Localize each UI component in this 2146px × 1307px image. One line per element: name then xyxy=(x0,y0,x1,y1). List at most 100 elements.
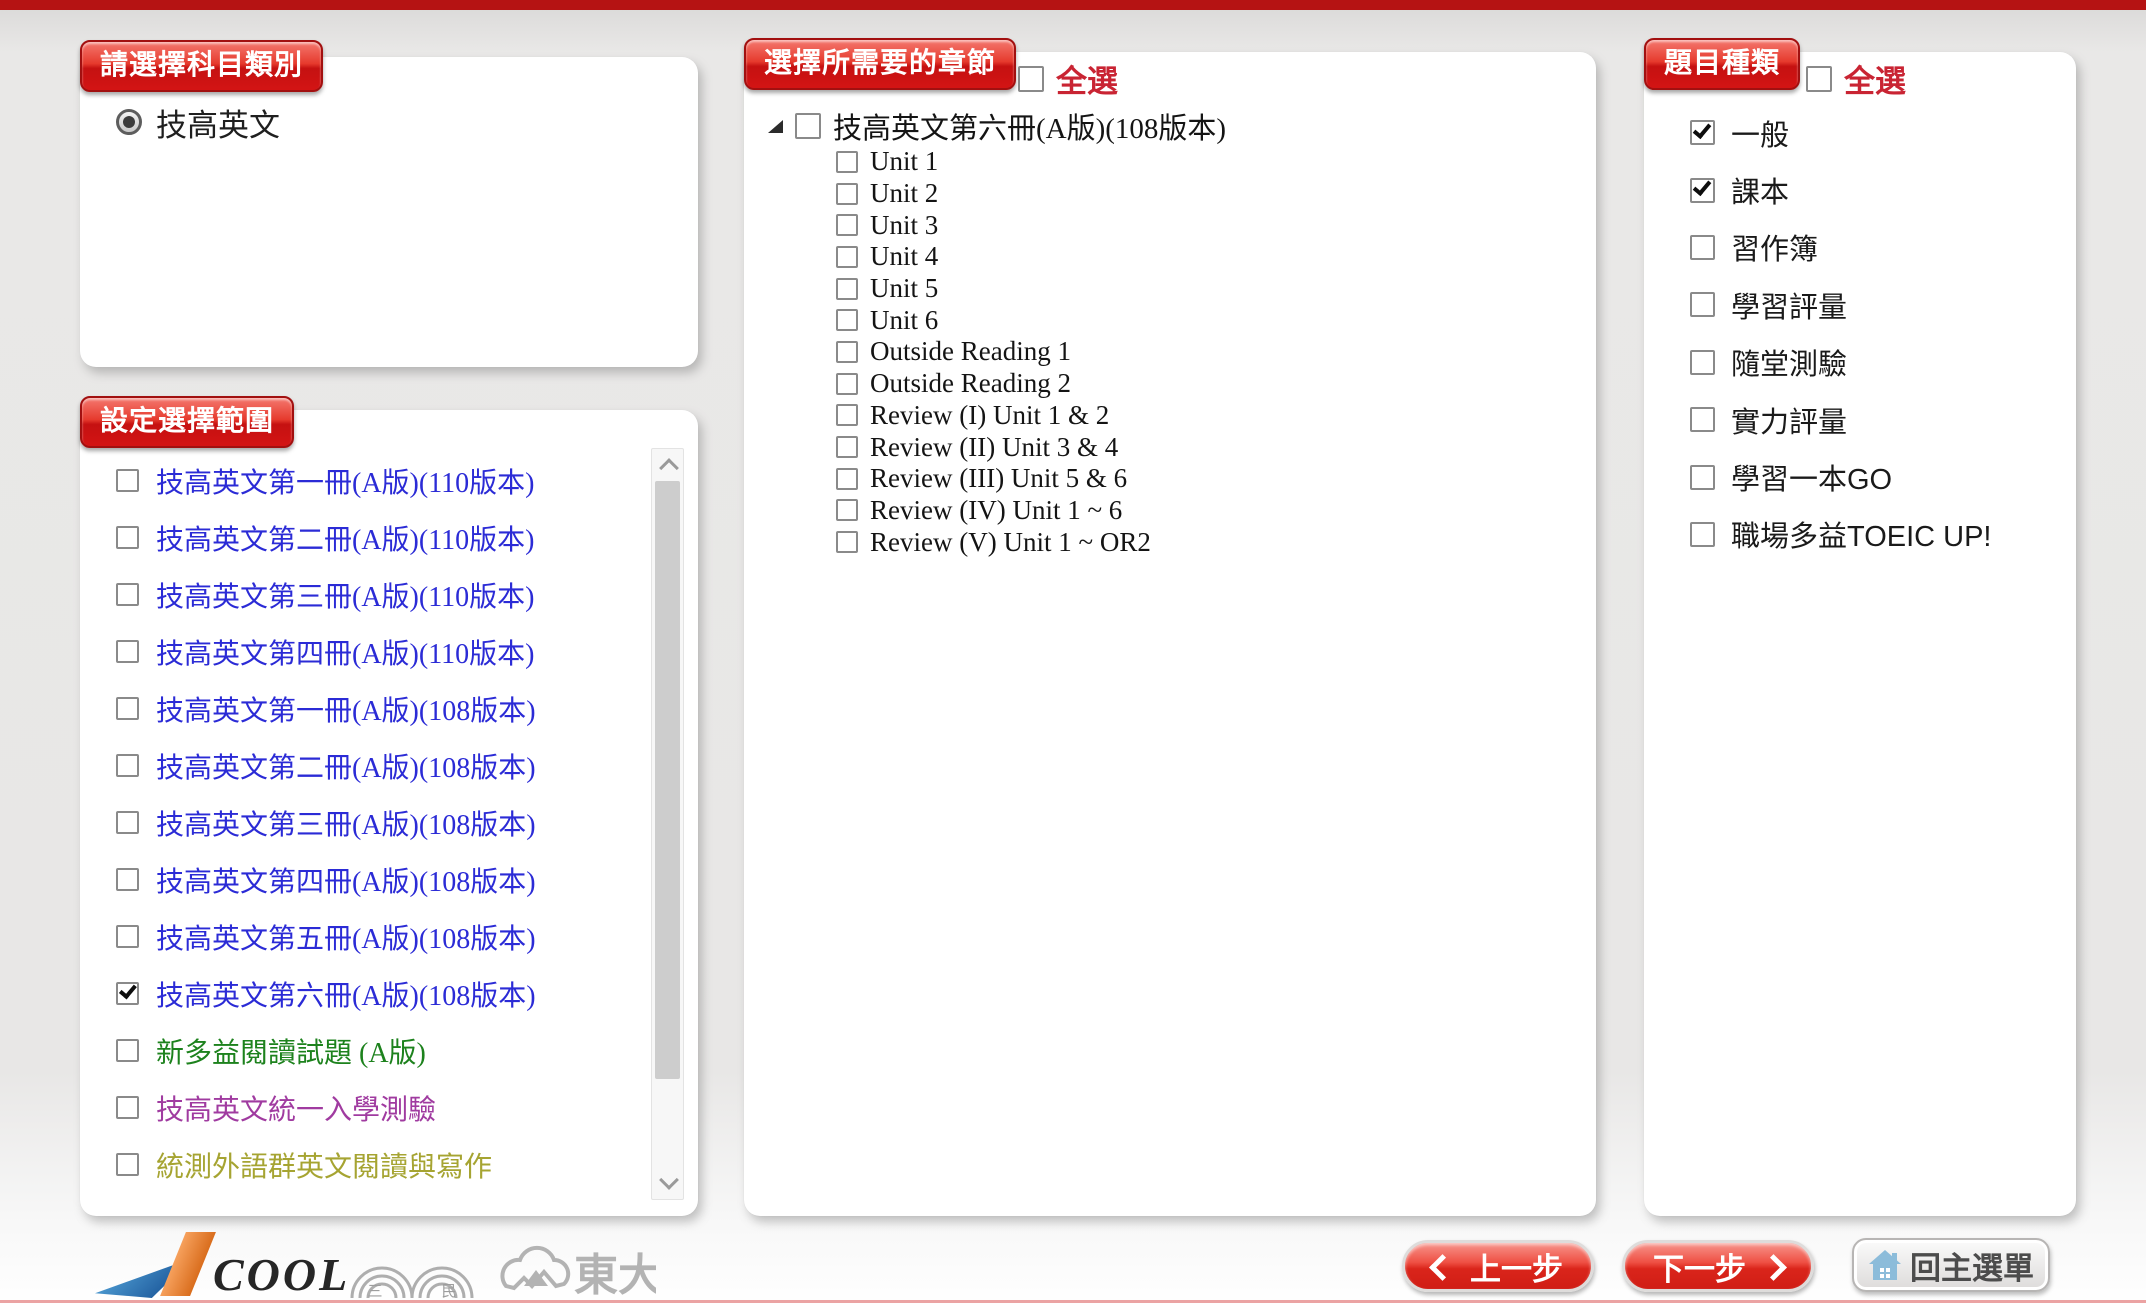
chapter-checkbox[interactable] xyxy=(836,404,858,426)
scrollbar-thumb[interactable] xyxy=(655,481,680,1079)
range-item-checkbox[interactable] xyxy=(116,868,139,891)
chapter-checkbox[interactable] xyxy=(836,246,858,268)
chapters-select-all[interactable]: 全選 xyxy=(1018,56,1118,101)
chapter-label[interactable]: Unit 1 xyxy=(870,146,938,177)
question-type-item[interactable]: 一般 xyxy=(1690,104,1992,161)
chapter-checkbox[interactable] xyxy=(836,373,858,395)
question-type-checkbox[interactable] xyxy=(1690,292,1715,317)
question-type-item[interactable]: 學習一本GO xyxy=(1690,448,1992,505)
chapter-label[interactable]: Outside Reading 2 xyxy=(870,368,1071,399)
scroll-up-icon[interactable] xyxy=(659,458,679,478)
question-type-label[interactable]: 學習一本GO xyxy=(1731,456,1892,498)
chapter-tree-item[interactable]: Outside Reading 1 xyxy=(836,336,1151,368)
range-item-checkbox[interactable] xyxy=(116,754,139,777)
question-type-item[interactable]: 隨堂測驗 xyxy=(1690,334,1992,391)
question-type-checkbox[interactable] xyxy=(1690,522,1715,547)
chapter-tree-item[interactable]: Review (IV) Unit 1 ~ 6 xyxy=(836,495,1151,527)
chapter-checkbox[interactable] xyxy=(836,278,858,300)
chapter-tree-item[interactable]: Review (II) Unit 3 & 4 xyxy=(836,431,1151,463)
scroll-down-icon[interactable] xyxy=(659,1170,679,1190)
question-type-checkbox[interactable] xyxy=(1690,120,1715,145)
chapter-label[interactable]: Unit 3 xyxy=(870,210,938,241)
next-step-button[interactable]: 下一步 xyxy=(1622,1240,1814,1292)
types-select-all[interactable]: 全選 xyxy=(1806,56,1906,101)
range-item-label[interactable]: 技高英文第四冊(A版)(110版本) xyxy=(156,632,534,672)
range-item[interactable]: 技高英文第四冊(A版)(108版本) xyxy=(116,851,646,908)
tree-root-label[interactable]: 技高英文第六冊(A版)(108版本) xyxy=(833,105,1226,147)
question-type-label[interactable]: 一般 xyxy=(1731,112,1789,154)
subject-option-label[interactable]: 技高英文 xyxy=(156,100,280,145)
range-item-label[interactable]: 技高英文第二冊(A版)(108版本) xyxy=(156,746,536,786)
subject-radio[interactable] xyxy=(116,109,142,135)
range-item-label[interactable]: 技高英文第三冊(A版)(108版本) xyxy=(156,803,536,843)
chapter-tree-item[interactable]: Unit 5 xyxy=(836,273,1151,305)
question-type-label[interactable]: 隨堂測驗 xyxy=(1731,341,1847,383)
question-type-label[interactable]: 實力評量 xyxy=(1731,399,1847,441)
question-type-label[interactable]: 學習評量 xyxy=(1731,284,1847,326)
range-item[interactable]: 技高英文第一冊(A版)(110版本) xyxy=(116,452,646,509)
range-item-checkbox[interactable] xyxy=(116,1039,139,1062)
chapter-label[interactable]: Unit 4 xyxy=(870,241,938,272)
chapter-checkbox[interactable] xyxy=(836,531,858,553)
chapter-checkbox[interactable] xyxy=(836,341,858,363)
chapter-checkbox[interactable] xyxy=(836,468,858,490)
chapter-label[interactable]: Review (V) Unit 1 ~ OR2 xyxy=(870,527,1151,558)
question-type-checkbox[interactable] xyxy=(1690,235,1715,260)
chapter-tree-item[interactable]: Outside Reading 2 xyxy=(836,368,1151,400)
range-item-label[interactable]: 統測外語群英文閱讀與寫作 xyxy=(156,1145,492,1185)
chapter-checkbox[interactable] xyxy=(836,151,858,173)
chapter-checkbox[interactable] xyxy=(836,183,858,205)
chapter-tree-item[interactable]: Unit 2 xyxy=(836,178,1151,210)
range-item-checkbox[interactable] xyxy=(116,982,139,1005)
question-type-checkbox[interactable] xyxy=(1690,350,1715,375)
range-item[interactable]: 技高英文第二冊(A版)(110版本) xyxy=(116,509,646,566)
types-select-all-checkbox[interactable] xyxy=(1806,66,1832,92)
question-type-checkbox[interactable] xyxy=(1690,178,1715,203)
range-item-label[interactable]: 新多益閱讀試題 (A版) xyxy=(156,1031,426,1071)
range-list-scrollbar[interactable] xyxy=(651,448,684,1200)
range-item-checkbox[interactable] xyxy=(116,469,139,492)
chapter-checkbox[interactable] xyxy=(836,499,858,521)
question-type-item[interactable]: 課本 xyxy=(1690,161,1992,218)
question-type-label[interactable]: 課本 xyxy=(1731,169,1789,211)
range-item-checkbox[interactable] xyxy=(116,811,139,834)
chapters-select-all-label[interactable]: 全選 xyxy=(1056,56,1118,101)
chapter-tree-item[interactable]: Unit 4 xyxy=(836,241,1151,273)
range-item-checkbox[interactable] xyxy=(116,583,139,606)
range-item-checkbox[interactable] xyxy=(116,1096,139,1119)
range-item-label[interactable]: 技高英文第四冊(A版)(108版本) xyxy=(156,860,536,900)
range-item[interactable]: 技高英文第五冊(A版)(108版本) xyxy=(116,908,646,965)
chapter-label[interactable]: Unit 5 xyxy=(870,273,938,304)
range-item-label[interactable]: 技高英文第三冊(A版)(110版本) xyxy=(156,575,534,615)
chapter-tree-item[interactable]: Review (V) Unit 1 ~ OR2 xyxy=(836,526,1151,558)
range-item[interactable]: 技高英文第一冊(A版)(108版本) xyxy=(116,680,646,737)
chapter-tree-item[interactable]: Unit 3 xyxy=(836,209,1151,241)
range-item-checkbox[interactable] xyxy=(116,1153,139,1176)
range-item-label[interactable]: 技高英文第五冊(A版)(108版本) xyxy=(156,917,536,957)
chapter-tree-item[interactable]: Review (I) Unit 1 & 2 xyxy=(836,400,1151,432)
range-item[interactable]: 技高英文第六冊(A版)(108版本) xyxy=(116,965,646,1022)
chapter-checkbox[interactable] xyxy=(836,436,858,458)
chapter-label[interactable]: Review (IV) Unit 1 ~ 6 xyxy=(870,495,1122,526)
question-type-item[interactable]: 學習評量 xyxy=(1690,276,1992,333)
range-item-label[interactable]: 技高英文第六冊(A版)(108版本) xyxy=(156,974,536,1014)
question-type-item[interactable]: 職場多益TOEIC UP! xyxy=(1690,506,1992,563)
question-type-checkbox[interactable] xyxy=(1690,407,1715,432)
range-item[interactable]: 技高英文第三冊(A版)(108版本) xyxy=(116,794,646,851)
tree-expand-icon[interactable] xyxy=(768,120,783,133)
range-item[interactable]: 技高英文統一入學測驗 xyxy=(116,1079,646,1136)
question-type-label[interactable]: 習作簿 xyxy=(1731,226,1818,268)
chapter-checkbox[interactable] xyxy=(836,309,858,331)
chapter-label[interactable]: Unit 6 xyxy=(870,305,938,336)
tree-root-checkbox[interactable] xyxy=(795,113,821,139)
subject-option[interactable]: 技高英文 xyxy=(116,100,280,144)
range-item-checkbox[interactable] xyxy=(116,697,139,720)
types-select-all-label[interactable]: 全選 xyxy=(1844,56,1906,101)
range-item-label[interactable]: 技高英文統一入學測驗 xyxy=(156,1088,436,1128)
chapter-tree-item[interactable]: Review (III) Unit 5 & 6 xyxy=(836,463,1151,495)
range-item[interactable]: 技高英文第二冊(A版)(108版本) xyxy=(116,737,646,794)
range-item-checkbox[interactable] xyxy=(116,526,139,549)
chapter-tree-item[interactable]: Unit 1 xyxy=(836,146,1151,178)
range-item[interactable]: 技高英文第四冊(A版)(110版本) xyxy=(116,623,646,680)
back-to-main-menu-button[interactable]: 回主選單 xyxy=(1852,1238,2050,1292)
